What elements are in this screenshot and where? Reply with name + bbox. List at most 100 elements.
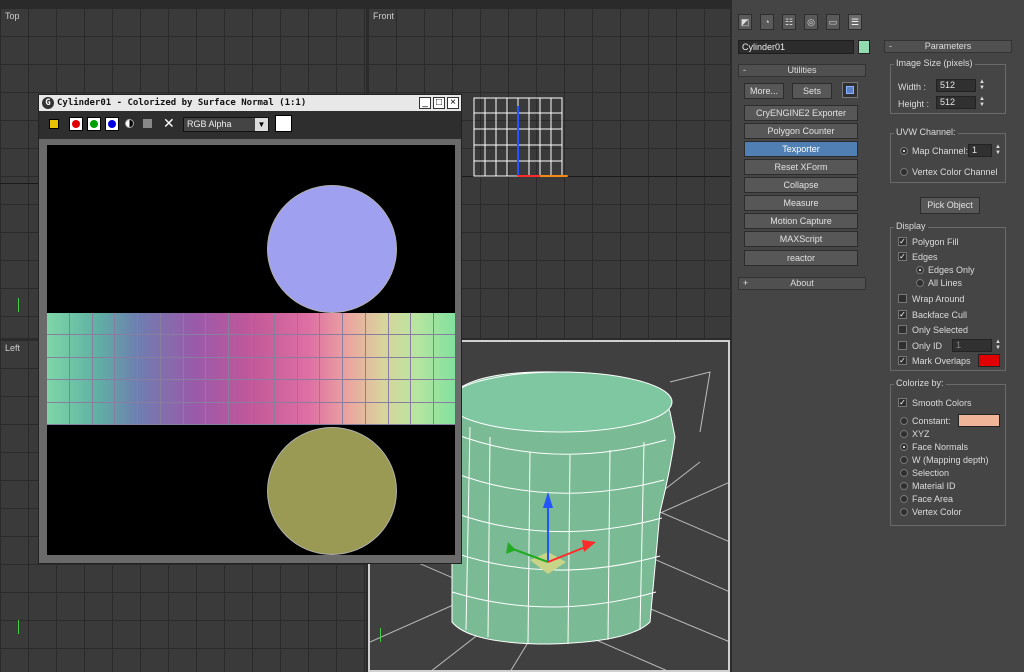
tab-utilities[interactable]: ☰ <box>848 14 862 30</box>
parameters-rollout-header[interactable]: - Parameters <box>884 40 1012 53</box>
tab-display[interactable]: ▭ <box>826 14 840 30</box>
map-channel-label: Map Channel: <box>912 146 969 156</box>
map-channel-spinner-arrows[interactable]: ▲ ▼ <box>994 144 1002 156</box>
red-channel-button[interactable] <box>69 117 83 131</box>
colorize-by-label: Colorize by: <box>894 378 946 388</box>
utility-texporter-button[interactable]: Texporter <box>744 141 858 157</box>
tab-create[interactable]: ◩ <box>738 14 752 30</box>
green-channel-button[interactable] <box>87 117 101 131</box>
all-lines-label: All Lines <box>928 278 963 288</box>
background-color-swatch[interactable] <box>275 115 292 132</box>
mark-overlaps-color-swatch[interactable] <box>978 354 1000 367</box>
close-button[interactable]: × <box>447 97 459 109</box>
colorize-vertex-color-label: Vertex Color <box>912 507 962 517</box>
constant-label: Constant: <box>912 416 951 426</box>
height-label: Height : <box>898 99 930 109</box>
wrap-around-checkbox[interactable] <box>898 294 907 303</box>
utility-maxscript-button[interactable]: MAXScript <box>744 231 858 247</box>
blue-channel-button[interactable] <box>105 117 119 131</box>
only-selected-label: Only Selected <box>912 325 969 335</box>
width-spinner[interactable]: 512 <box>936 79 976 92</box>
minimize-button[interactable]: _ <box>419 97 431 109</box>
utilities-rollout-title: Utilities <box>787 65 817 75</box>
window-titlebar[interactable]: G Cylinder01 - Colorized by Surface Norm… <box>39 95 461 111</box>
smooth-colors-checkbox[interactable]: ✓ <box>898 398 907 407</box>
window-title: Cylinder01 - Colorized by Surface Normal… <box>57 98 307 108</box>
constant-radio[interactable] <box>900 417 908 425</box>
vertex-color-channel-radio[interactable] <box>900 168 908 176</box>
only-id-spinner[interactable]: 1 <box>952 339 992 352</box>
mark-overlaps-checkbox[interactable]: ✓ <box>898 356 907 365</box>
chevron-down-icon: ▼ <box>255 118 268 131</box>
mono-channel-icon[interactable] <box>143 119 152 128</box>
height-spinner-arrows[interactable]: ▲ ▼ <box>978 96 986 108</box>
tab-hierarchy[interactable]: ☷ <box>782 14 796 30</box>
about-rollout-title: About <box>790 278 814 288</box>
clear-icon[interactable]: ✕ <box>163 115 175 132</box>
edges-only-radio[interactable] <box>916 266 924 274</box>
utility-cryengine2-exporter-button[interactable]: CryENGINE2 Exporter <box>744 105 858 121</box>
uvw-channel-label: UVW Channel: <box>894 127 958 137</box>
smooth-colors-label: Smooth Colors <box>912 398 972 408</box>
object-color-swatch[interactable] <box>858 40 870 54</box>
map-channel-radio[interactable] <box>900 147 908 155</box>
colorize-w-mapping-depth-label: W (Mapping depth) <box>912 455 989 465</box>
map-channel-spinner[interactable]: 1 <box>968 144 992 157</box>
edges-only-label: Edges Only <box>928 265 975 275</box>
utility-collapse-button[interactable]: Collapse <box>744 177 858 193</box>
utility-reset-xform-button[interactable]: Reset XForm <box>744 159 858 175</box>
save-icon[interactable] <box>49 119 59 129</box>
tab-motion[interactable]: ◎ <box>804 14 818 30</box>
backface-cull-checkbox[interactable]: ✓ <box>898 310 907 319</box>
axis-gizmo <box>380 628 381 642</box>
height-spinner[interactable]: 512 <box>936 96 976 109</box>
utility-motion-capture-button[interactable]: Motion Capture <box>744 213 858 229</box>
texporter-render-window[interactable]: G Cylinder01 - Colorized by Surface Norm… <box>38 94 462 564</box>
channel-dropdown[interactable]: RGB Alpha ▼ <box>183 117 269 132</box>
cylinder-front-wireframe <box>473 97 568 177</box>
command-panel: ◩ ◔ ☷ ◎ ▭ ☰ Cylinder01 - Utilities More.… <box>732 0 880 672</box>
sets-button[interactable]: Sets <box>792 83 832 99</box>
only-id-spinner-arrows[interactable]: ▲ ▼ <box>994 339 1002 351</box>
colorize-face-normals-radio[interactable] <box>900 443 908 451</box>
pick-object-button[interactable]: Pick Object <box>920 197 980 214</box>
about-rollout-header[interactable]: + About <box>738 277 866 290</box>
all-lines-radio[interactable] <box>916 279 924 287</box>
parameters-rollout-title: Parameters <box>924 41 972 51</box>
utility-polygon-counter-button[interactable]: Polygon Counter <box>744 123 858 139</box>
colorize-face-area-label: Face Area <box>912 494 954 504</box>
colorize-face-normals-label: Face Normals <box>912 442 969 452</box>
object-name-field[interactable]: Cylinder01 <box>738 40 854 54</box>
constant-color-swatch[interactable] <box>958 414 1000 427</box>
utilities-rollout-header[interactable]: - Utilities <box>738 64 866 77</box>
edges-checkbox[interactable]: ✓ <box>898 252 907 261</box>
maximize-button[interactable]: □ <box>433 97 445 109</box>
polygon-fill-label: Polygon Fill <box>912 237 959 247</box>
configure-sets-icon[interactable] <box>842 82 858 98</box>
only-selected-checkbox[interactable] <box>898 325 907 334</box>
uv-bottom-cap-circle <box>267 427 397 555</box>
uv-render-canvas <box>47 145 455 555</box>
only-id-checkbox[interactable] <box>898 341 907 350</box>
tab-modify[interactable]: ◔ <box>760 14 774 30</box>
colorize-w-mapping-depth-radio[interactable] <box>900 456 908 464</box>
width-spinner-arrows[interactable]: ▲ ▼ <box>978 79 986 91</box>
uv-side-strip <box>47 313 455 425</box>
utility-measure-button[interactable]: Measure <box>744 195 858 211</box>
colorize-xyz-radio[interactable] <box>900 430 908 438</box>
utility-reactor-button[interactable]: reactor <box>744 250 858 266</box>
mark-overlaps-label: Mark Overlaps <box>912 356 971 366</box>
edges-label: Edges <box>912 252 938 262</box>
colorize-face-area-radio[interactable] <box>900 495 908 503</box>
uv-top-cap-circle <box>267 185 397 313</box>
vertex-color-channel-label: Vertex Color Channel <box>912 167 998 177</box>
app-logo-icon: G <box>42 97 54 109</box>
polygon-fill-checkbox[interactable]: ✓ <box>898 237 907 246</box>
colorize-selection-radio[interactable] <box>900 469 908 477</box>
colorize-vertex-color-radio[interactable] <box>900 508 908 516</box>
more-button[interactable]: More... <box>744 83 784 99</box>
colorize-material-id-label: Material ID <box>912 481 956 491</box>
colorize-material-id-radio[interactable] <box>900 482 908 490</box>
alpha-channel-icon[interactable] <box>125 119 134 128</box>
only-id-label: Only ID <box>912 341 943 351</box>
